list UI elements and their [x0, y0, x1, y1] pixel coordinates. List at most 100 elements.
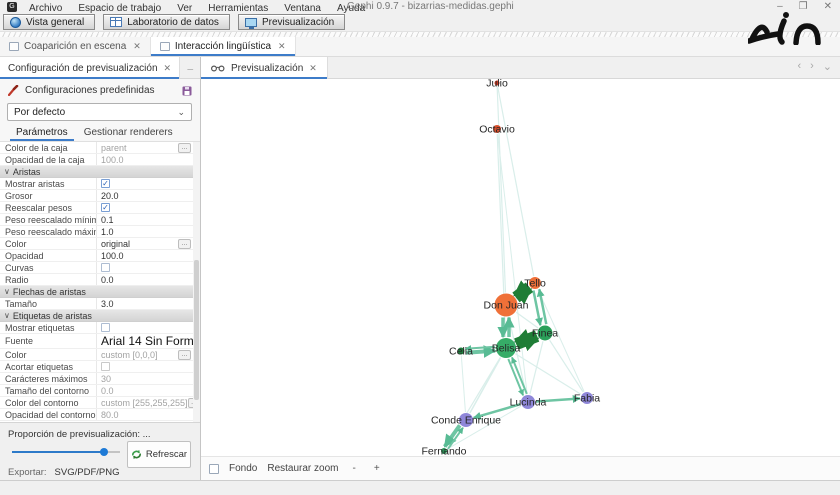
param-value[interactable]: 0.0 — [96, 274, 194, 285]
parameters-scrollbar[interactable] — [193, 142, 200, 422]
param-label: Color — [0, 239, 96, 249]
previsualizacion-button[interactable]: Previsualización — [238, 14, 345, 30]
close-icon[interactable]: ✕ — [278, 41, 286, 52]
param-label: Tamaño del contorno — [0, 386, 96, 396]
preview-ratio-label: Proporción de previsualización: ... — [8, 429, 151, 440]
menu-ventana[interactable]: Ventana — [276, 3, 329, 14]
param-value[interactable]: ✓ — [96, 178, 194, 189]
param-value-text: 0.0 — [101, 386, 114, 396]
param-value[interactable] — [96, 262, 194, 273]
preview-canvas[interactable]: JulioOctavioTelloDon JuanFineaBelisaCeli… — [201, 79, 840, 456]
workspace-tab-interaccion-linguistica[interactable]: Interacción lingüística✕ — [151, 37, 296, 56]
param-row-color: Colorcustom [0,0,0]... — [0, 349, 194, 361]
zoom-in-button[interactable]: + — [370, 463, 384, 474]
menu-ver[interactable]: Ver — [169, 3, 200, 14]
export-formats-link[interactable]: SVG/PDF/PNG — [55, 467, 120, 478]
laboratorio-de-datos-button[interactable]: Laboratorio de datos — [103, 14, 230, 30]
close-button[interactable]: ✕ — [824, 0, 832, 13]
main-toolbar: Vista general Laboratorio de datos Previsu… — [0, 13, 840, 31]
preview-ratio-slider[interactable] — [12, 448, 120, 456]
param-label: Curvas — [0, 263, 96, 273]
subtab-parametros[interactable]: Parámetros — [10, 125, 74, 141]
ellipsis-button[interactable]: ... — [178, 143, 191, 153]
param-value[interactable]: 80.0 — [96, 409, 194, 420]
section-flechas-de-aristas[interactable]: ∨Flechas de aristas — [0, 286, 194, 298]
settings-subtabs: ParámetrosGestionar renderers — [0, 125, 200, 142]
save-icon[interactable] — [182, 86, 192, 96]
refresh-icon — [131, 449, 142, 460]
param-value[interactable]: custom [0,0,0]... — [96, 349, 194, 360]
param-value[interactable]: parent... — [96, 142, 194, 153]
param-value[interactable] — [96, 361, 194, 372]
param-value[interactable]: 0.1 — [96, 214, 194, 225]
param-value[interactable]: 3.0 — [96, 298, 194, 309]
workspace-tab-coaparicion-en-escena[interactable]: Coaparición en escena ✕ — [0, 37, 151, 56]
close-icon[interactable]: ✕ — [133, 41, 141, 52]
scroll-left-icon[interactable]: ‹ — [797, 60, 801, 73]
param-label: Color del contorno — [0, 398, 96, 408]
tab-list-icon[interactable]: ⌄ — [823, 60, 832, 73]
section-etiquetas-de-aristas[interactable]: ∨Etiquetas de aristas — [0, 310, 194, 322]
param-value-text: 100.0 — [101, 251, 124, 261]
param-value-text: Arial 14 Sin Formato — [101, 334, 194, 348]
param-value[interactable]: 100.0 — [96, 250, 194, 261]
tab-preview-settings[interactable]: Configuración de previsualización ✕ — [0, 57, 180, 79]
tab-label: Coaparición en escena — [24, 41, 126, 52]
refresh-button[interactable]: Refrescar — [127, 441, 191, 468]
globe-icon — [10, 17, 21, 28]
section-aristas[interactable]: ∨Aristas — [0, 166, 194, 178]
param-value[interactable]: Arial 14 Sin Formato... — [96, 334, 194, 348]
preview-area: Previsualización ✕ ‹ › ⌄ — [201, 57, 840, 480]
scroll-right-icon[interactable]: › — [810, 60, 814, 73]
param-label: Grosor — [0, 191, 96, 201]
menu-archivo[interactable]: Archivo — [21, 3, 70, 14]
maximize-button[interactable]: ❐ — [799, 0, 808, 13]
gephi-logo-icon: G — [7, 2, 17, 12]
section-label: Flechas de aristas — [13, 287, 86, 297]
menu-bar: G ArchivoEspacio de trabajoVerHerramient… — [0, 0, 840, 13]
graph-node-label: Conde Enrique — [431, 415, 501, 427]
param-value[interactable]: custom [255,255,255]... — [96, 397, 194, 408]
param-value-text: 1.0 — [101, 227, 114, 237]
vista-general-button[interactable]: Vista general — [3, 14, 95, 30]
minimize-panel-button[interactable]: _ — [187, 60, 193, 71]
data-table-icon — [110, 17, 122, 27]
param-value[interactable]: original... — [96, 238, 194, 249]
ellipsis-button[interactable]: ... — [178, 350, 191, 360]
preset-selected-value: Por defecto — [14, 107, 65, 118]
param-value[interactable] — [96, 322, 194, 333]
param-value[interactable]: 20.0 — [96, 190, 194, 201]
close-icon[interactable]: ✕ — [309, 63, 317, 74]
checkbox[interactable]: ✓ — [101, 179, 110, 188]
menu-herramientas[interactable]: Herramientas — [200, 3, 276, 14]
preview-settings-panel: Configuración de previsualización ✕ _ Co… — [0, 57, 201, 480]
reset-zoom-button[interactable]: Restaurar zoom — [267, 463, 338, 474]
param-label: Opacidad del contorno — [0, 410, 96, 420]
brush-icon — [8, 85, 19, 96]
param-value[interactable]: 0.0 — [96, 385, 194, 396]
preset-dropdown[interactable]: Por defecto ⌄ — [7, 103, 192, 121]
checkbox[interactable]: ✓ — [101, 203, 110, 212]
param-value-text: 30 — [101, 374, 111, 384]
slider-thumb[interactable] — [100, 448, 108, 456]
param-value[interactable]: 1.0 — [96, 226, 194, 237]
param-value[interactable]: 100.0 — [96, 154, 194, 165]
zoom-out-button[interactable]: - — [349, 463, 360, 474]
param-row-color-del-contorno: Color del contornocustom [255,255,255]..… — [0, 397, 194, 409]
parameters-table: Color de la cajaparent...Opacidad de la … — [0, 142, 194, 422]
background-checkbox[interactable] — [209, 464, 219, 474]
param-row-opacidad-del-contorno: Opacidad del contorno80.0 — [0, 409, 194, 421]
subtab-gestionar-renderers[interactable]: Gestionar renderers — [78, 125, 179, 141]
checkbox[interactable] — [101, 263, 110, 272]
param-row-grosor: Grosor20.0 — [0, 190, 194, 202]
checkbox[interactable] — [101, 323, 110, 332]
graph-svg[interactable]: JulioOctavioTelloDon JuanFineaBelisaCeli… — [201, 79, 838, 456]
minimize-button[interactable]: – — [777, 0, 783, 13]
param-value[interactable]: ✓ — [96, 202, 194, 213]
tab-preview[interactable]: Previsualización ✕ — [201, 57, 328, 79]
section-label: Etiquetas de aristas — [13, 311, 92, 321]
param-value[interactable]: 30 — [96, 373, 194, 384]
close-icon[interactable]: ✕ — [164, 63, 172, 74]
menu-espacio-de-trabajo[interactable]: Espacio de trabajo — [70, 3, 169, 14]
ellipsis-button[interactable]: ... — [178, 239, 191, 249]
